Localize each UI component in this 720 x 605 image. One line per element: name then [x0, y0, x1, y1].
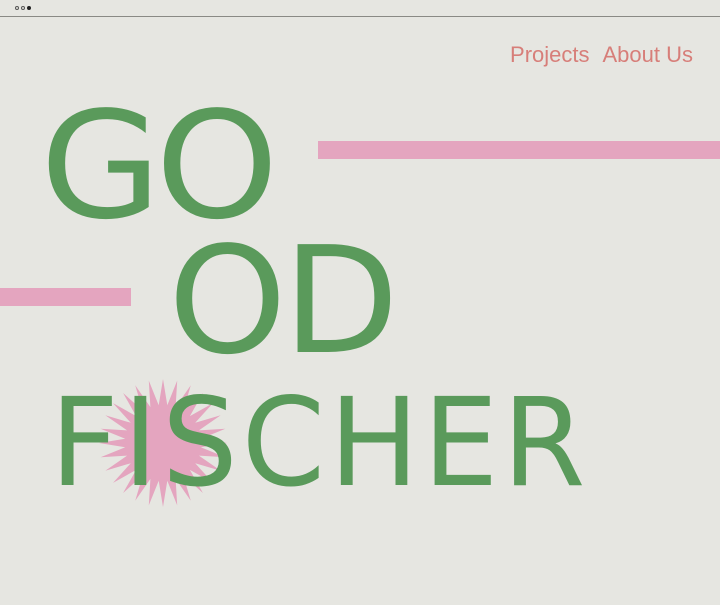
- decorative-pink-bar-left: [0, 288, 131, 306]
- window-dot-1[interactable]: [15, 6, 19, 10]
- main-nav: Projects About Us: [510, 42, 693, 68]
- window-dot-3[interactable]: [27, 6, 31, 10]
- window-controls: [15, 6, 31, 10]
- nav-link-projects[interactable]: Projects: [510, 42, 589, 68]
- nav-link-about-us[interactable]: About Us: [603, 42, 694, 68]
- decorative-pink-bar-top: [318, 141, 720, 159]
- window-top-bar: [0, 0, 720, 17]
- window-dot-2[interactable]: [21, 6, 25, 10]
- hero-word-od: OD: [168, 215, 399, 387]
- hero-word-fischer: FISCHER: [50, 372, 590, 514]
